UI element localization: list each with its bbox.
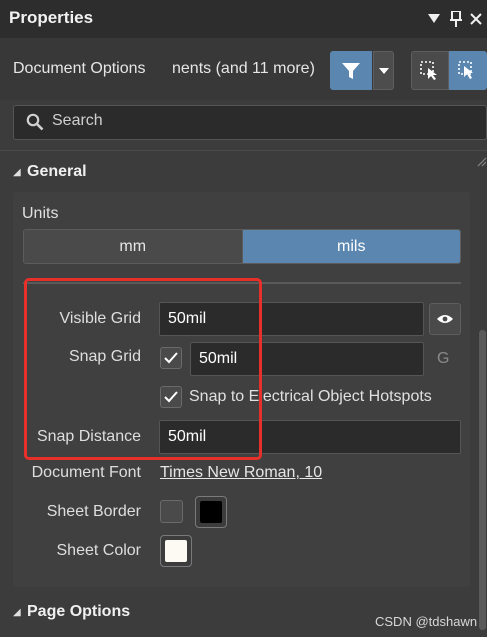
units-option-mm[interactable]: mm: [24, 230, 243, 263]
select-inside-icon: [420, 60, 437, 80]
watermark: CSDN @tdshawn: [375, 614, 478, 629]
select-cursor-button[interactable]: [449, 51, 487, 90]
page-options-section-title[interactable]: Page Options: [27, 603, 130, 621]
units-option-mils[interactable]: mils: [242, 230, 460, 263]
visible-grid-visibility-button[interactable]: [429, 303, 461, 335]
select-cursor-icon: [458, 60, 473, 79]
general-section-title[interactable]: General: [27, 163, 87, 181]
units-label: Units: [22, 205, 59, 222]
highlight-annotation: [24, 278, 262, 460]
scrollbar-thumb[interactable]: [479, 330, 486, 630]
search-placeholder: Search: [52, 112, 103, 129]
sheet-border-label: Sheet Border: [46, 503, 141, 520]
collapse-triangle-icon[interactable]: ◢: [13, 167, 21, 178]
chevron-down-icon: [378, 67, 389, 74]
filter-button[interactable]: [330, 51, 372, 90]
divider: [0, 150, 487, 151]
panel-title: Properties: [9, 8, 94, 27]
document-font-link[interactable]: Times New Roman, 10: [160, 464, 322, 482]
resize-grip-icon[interactable]: [476, 154, 487, 172]
select-inside-button[interactable]: [411, 51, 449, 90]
selection-summary: nents (and 11 more): [172, 60, 315, 77]
document-font-label: Document Font: [31, 464, 141, 481]
dropdown-triangle-icon[interactable]: [424, 7, 444, 31]
collapse-triangle-icon[interactable]: ◢: [13, 607, 21, 618]
units-toggle: mm mils: [23, 229, 461, 264]
filter-dropdown-button[interactable]: [373, 51, 394, 90]
snap-grid-hotkey: G: [437, 350, 450, 367]
swatch-fill: [200, 501, 222, 523]
sheet-color-swatch[interactable]: [160, 535, 192, 567]
pin-icon[interactable]: [446, 7, 466, 31]
sheet-color-label: Sheet Color: [56, 542, 142, 559]
close-icon[interactable]: [466, 7, 486, 31]
filter-icon: [342, 62, 360, 79]
eye-icon: [437, 315, 453, 323]
document-options-label: Document Options: [13, 60, 146, 77]
sheet-border-color-swatch[interactable]: [195, 496, 227, 528]
swatch-fill: [165, 540, 187, 562]
sheet-border-checkbox[interactable]: [160, 500, 183, 523]
search-icon: [26, 113, 44, 131]
